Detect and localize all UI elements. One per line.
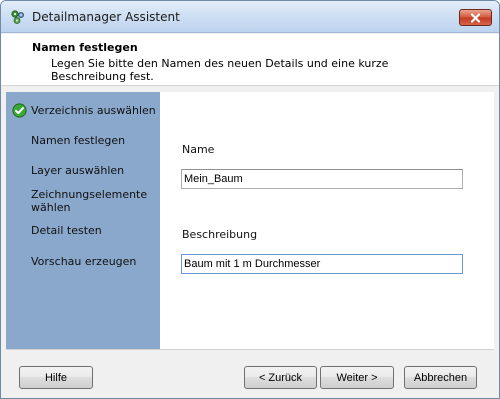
cancel-button[interactable]: Abbrechen: [404, 366, 477, 389]
step-label: Vorschau erzeugen: [31, 255, 137, 268]
wizard-window: Detailmanager Assistent Namen festlegen …: [0, 0, 500, 399]
step-label: Layer auswählen: [31, 164, 125, 177]
step-label: Verzeichnis auswählen: [31, 104, 156, 117]
form-panel: Name Mein_Baum Beschreibung Baum mit 1 m…: [160, 92, 494, 349]
step-label: Detail testen: [31, 224, 102, 237]
footer-divider: [6, 349, 494, 350]
step-label: Zeichnungselemente wählen: [31, 188, 148, 214]
wizard-steps-sidebar: Verzeichnis auswählen Namen festlegen La…: [6, 92, 160, 349]
page-title: Namen festlegen: [32, 41, 138, 54]
close-icon: [470, 12, 481, 23]
page-description: Legen Sie bitte den Namen des neuen Deta…: [51, 57, 389, 83]
page-header: Namen festlegen Legen Sie bitte den Name…: [1, 34, 499, 86]
description-label: Beschreibung: [182, 228, 258, 241]
window-title: Detailmanager Assistent: [32, 10, 180, 24]
name-label: Name: [182, 143, 215, 156]
name-input[interactable]: Mein_Baum: [181, 169, 463, 189]
title-bar[interactable]: Detailmanager Assistent: [1, 1, 499, 33]
next-button[interactable]: Weiter >: [320, 366, 394, 389]
back-button[interactable]: < Zurück: [244, 366, 317, 389]
description-input[interactable]: Baum mit 1 m Durchmesser: [181, 254, 463, 274]
check-icon: [12, 103, 27, 118]
close-button[interactable]: [459, 9, 492, 26]
help-button[interactable]: Hilfe: [19, 366, 93, 389]
step-label: Namen festlegen: [31, 134, 126, 147]
gear-cluster-icon: [10, 9, 26, 25]
